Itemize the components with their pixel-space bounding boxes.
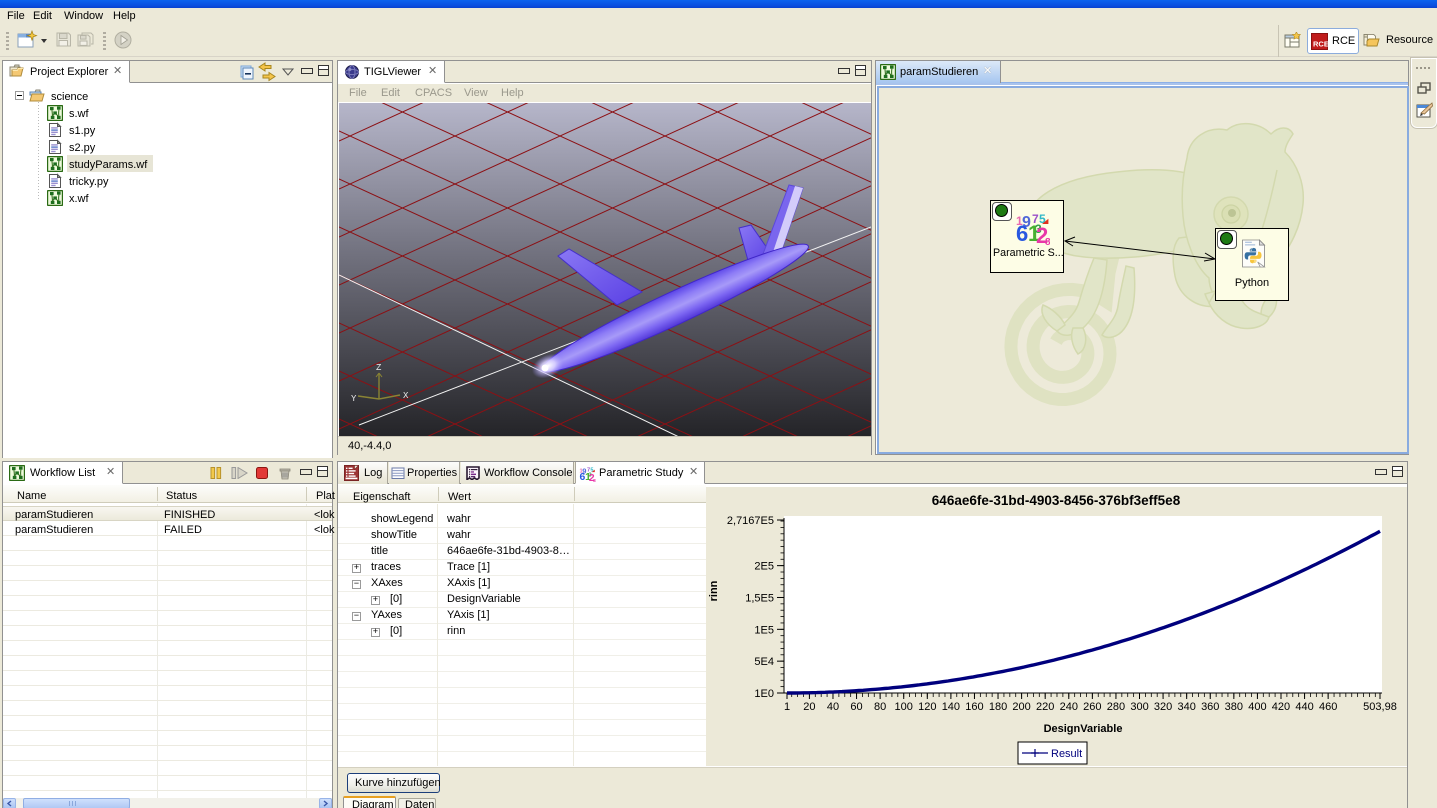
svg-text:1,5E5: 1,5E5 [745,592,774,604]
svg-text:503,98: 503,98 [1363,701,1397,713]
svg-text:280: 280 [1107,701,1125,713]
svg-text:1: 1 [784,701,790,713]
svg-text:200: 200 [1012,701,1030,713]
svg-text:160: 160 [965,701,983,713]
svg-text:240: 240 [1060,701,1078,713]
svg-text:Z: Z [376,363,382,373]
svg-text:5E4: 5E4 [754,656,774,668]
svg-text:180: 180 [989,701,1007,713]
svg-text:40: 40 [827,701,839,713]
svg-text:360: 360 [1201,701,1219,713]
svg-text:220: 220 [1036,701,1054,713]
svg-text:120: 120 [918,701,936,713]
svg-text:rinn: rinn [708,580,720,601]
svg-text:100: 100 [895,701,913,713]
svg-text:Y: Y [351,394,357,404]
svg-text:1E5: 1E5 [754,624,774,636]
svg-text:646ae6fe-31bd-4903-8456-376bf3: 646ae6fe-31bd-4903-8456-376bf3eff5e8 [932,493,1181,508]
svg-text:2,7167E5: 2,7167E5 [727,515,774,527]
svg-text:20: 20 [803,701,815,713]
svg-text:440: 440 [1295,701,1313,713]
svg-text:460: 460 [1319,701,1337,713]
svg-text:X: X [403,391,409,401]
svg-text:340: 340 [1177,701,1195,713]
svg-text:80: 80 [874,701,886,713]
svg-text:400: 400 [1248,701,1266,713]
svg-text:RCE: RCE [1313,40,1328,49]
svg-text:300: 300 [1130,701,1148,713]
svg-text:1E0: 1E0 [754,688,774,700]
svg-text:420: 420 [1272,701,1290,713]
svg-text:260: 260 [1083,701,1101,713]
svg-text:60: 60 [850,701,862,713]
svg-text:2E5: 2E5 [754,561,774,573]
svg-text:380: 380 [1225,701,1243,713]
svg-text:140: 140 [942,701,960,713]
svg-text:320: 320 [1154,701,1172,713]
svg-text:DesignVariable: DesignVariable [1044,723,1123,735]
svg-text:Result: Result [1051,748,1082,760]
